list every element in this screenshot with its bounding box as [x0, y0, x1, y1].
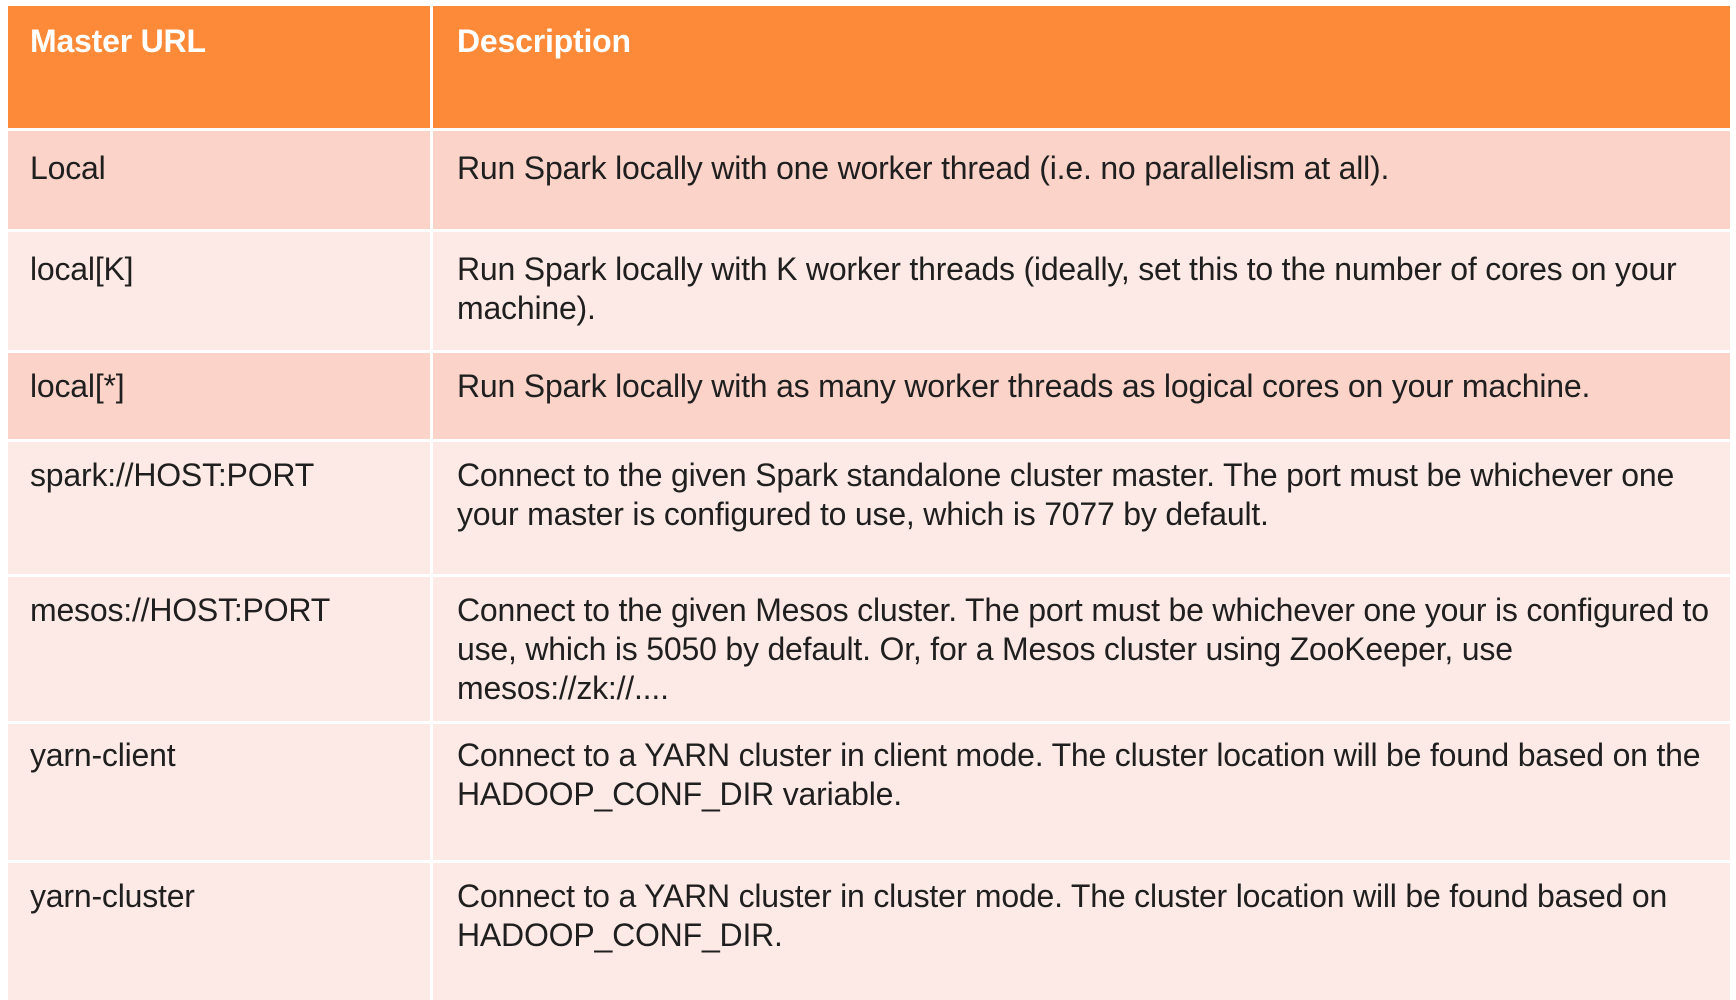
row-url-mesos: mesos://HOST:PORT — [8, 577, 430, 721]
row-description-local: Run Spark locally with one worker thread… — [433, 131, 1730, 229]
row-description-mesos: Connect to the given Mesos cluster. The … — [433, 577, 1730, 721]
row-url-local: Local — [8, 131, 430, 229]
row-description-yarn-cluster: Connect to a YARN cluster in cluster mod… — [433, 863, 1730, 1000]
row-url-yarn-client: yarn-client — [8, 724, 430, 860]
row-url-local-k: local[K] — [8, 232, 430, 350]
header-master-url: Master URL — [8, 6, 430, 128]
row-url-yarn-cluster: yarn-cluster — [8, 863, 430, 1000]
row-description-spark: Connect to the given Spark standalone cl… — [433, 442, 1730, 574]
row-description-yarn-client: Connect to a YARN cluster in client mode… — [433, 724, 1730, 860]
header-description: Description — [433, 6, 1730, 128]
row-url-spark: spark://HOST:PORT — [8, 442, 430, 574]
row-description-local-star: Run Spark locally with as many worker th… — [433, 353, 1730, 439]
master-url-table: Master URL Description Local Run Spark l… — [8, 6, 1730, 1000]
row-url-local-star: local[*] — [8, 353, 430, 439]
row-description-local-k: Run Spark locally with K worker threads … — [433, 232, 1730, 350]
